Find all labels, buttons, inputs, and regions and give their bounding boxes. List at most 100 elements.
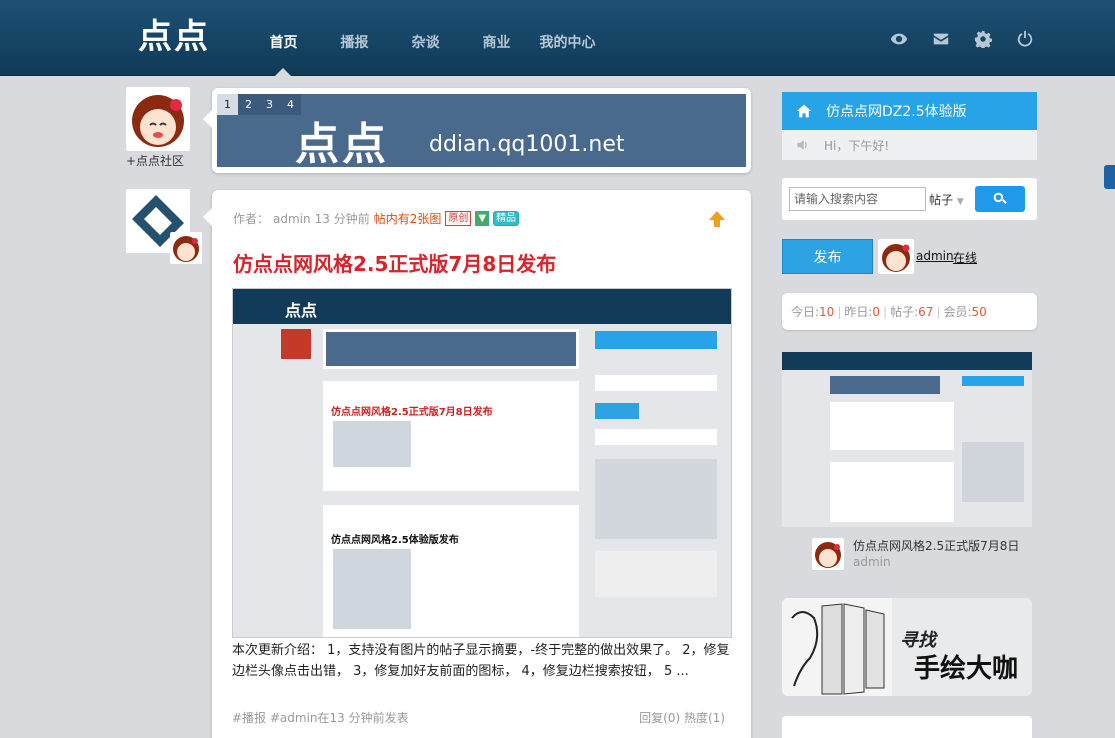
- search-type-select[interactable]: 帖子 ▼: [929, 191, 964, 208]
- banner-url: ddian.qq1001.net: [429, 132, 625, 157]
- thumb-banner: [830, 376, 940, 394]
- sketch-illustration: [782, 598, 892, 696]
- user-status-link[interactable]: 在线: [953, 249, 977, 266]
- girl-avatar-user: [878, 239, 914, 274]
- thumb-post-2: [830, 462, 954, 522]
- heat-count[interactable]: 热度(1): [684, 711, 725, 725]
- mail-icon[interactable]: [931, 30, 951, 48]
- community-avatar[interactable]: [126, 87, 190, 151]
- stat-posts-label: 帖子:: [890, 305, 919, 319]
- original-badge: 原创: [445, 211, 472, 226]
- shot-side-promo: [595, 551, 717, 597]
- stat-posts-value: 67: [918, 304, 934, 319]
- user-name-link[interactable]: admin: [916, 249, 954, 263]
- search-type-label: 帖子: [929, 193, 954, 207]
- thumb-post-1: [830, 402, 954, 450]
- search-input[interactable]: [789, 187, 926, 211]
- banner-tab-3[interactable]: 3: [259, 94, 280, 115]
- up-arrow-icon[interactable]: [707, 209, 727, 229]
- thumb-side-head: [962, 376, 1024, 386]
- girl-avatar-image: [126, 87, 190, 151]
- meta-prefix: 作者：: [233, 212, 270, 226]
- shot-post-2: 仿点点网风格2.5体验版发布: [323, 505, 579, 637]
- top-navigation-bar: 点点 首页 播报 杂谈 商业 我的中心: [0, 0, 1115, 76]
- nav-item-my-center[interactable]: 我的中心: [532, 0, 603, 76]
- greeting-text: Hi，下午好!: [824, 138, 890, 153]
- nav-item-chat[interactable]: 杂谈: [390, 0, 461, 76]
- publish-button[interactable]: 发布: [782, 239, 873, 274]
- site-stats: 今日: 10 | 昨日: 0 | 帖子: 67 | 会员: 50: [782, 293, 1037, 330]
- stat-divider: |: [837, 304, 842, 319]
- post-notch: [203, 208, 212, 226]
- community-label[interactable]: +点点社区: [126, 152, 184, 169]
- eye-icon[interactable]: [889, 30, 909, 48]
- gear-icon[interactable]: [973, 30, 993, 48]
- stat-today-label: 今日:: [791, 305, 820, 319]
- promo-banner[interactable]: 寻找 手绘大咖: [782, 598, 1032, 696]
- featured-badge: 精品: [493, 211, 520, 226]
- post-stats: 回复(0) 热度(1): [639, 709, 725, 726]
- post-meta: 作者： admin 13 分钟前 帖内有2张图 原创 ▼ 精品: [233, 210, 520, 227]
- power-icon[interactable]: [1015, 30, 1035, 48]
- post-excerpt: 本次更新介绍： 1，支持没有图片的帖子显示摘要，-终于完整的做出效果了。 2，修…: [232, 643, 730, 679]
- shot-avatar: [281, 329, 311, 359]
- image-badge-icon: ▼: [475, 211, 490, 226]
- girl-avatar-small: [170, 232, 202, 264]
- thumb-nav-bar: [782, 352, 1032, 370]
- banner-tab-2[interactable]: 2: [238, 94, 259, 115]
- user-avatar[interactable]: [878, 239, 914, 274]
- next-sidebar-card: [782, 716, 1032, 738]
- banner-tabs: 1 2 3 4: [217, 94, 301, 115]
- sidebar-site-title: 仿点点网DZ2.5体验版: [826, 104, 967, 120]
- recent-post-avatar[interactable]: [812, 538, 844, 570]
- chevron-down-icon: ▼: [956, 197, 964, 207]
- banner-notch: [203, 110, 212, 128]
- promo-line-2: 手绘大咖: [914, 654, 1019, 684]
- speaker-icon: [797, 140, 807, 150]
- banner-tab-1[interactable]: 1: [217, 94, 238, 115]
- banner-logo: 点点: [295, 119, 389, 167]
- stat-yesterday-label: 昨日:: [844, 305, 873, 319]
- stat-yesterday-value: 0: [872, 304, 881, 319]
- post-author-avatar[interactable]: [170, 232, 202, 264]
- post-title[interactable]: 仿点点网风格2.5正式版7月8日发布: [233, 248, 556, 277]
- banner-card: 1 2 3 4 点点 ddian.qq1001.net: [203, 88, 751, 173]
- sidebar-site-header[interactable]: 仿点点网DZ2.5体验版: [782, 92, 1037, 130]
- recent-post-title[interactable]: 仿点点网风格2.5正式版7月8日: [853, 537, 1019, 554]
- home-icon: [796, 104, 812, 118]
- shot-side-publish: [595, 403, 639, 419]
- shot-side-search: [595, 375, 717, 391]
- shot-side-stats: [595, 429, 717, 445]
- shot-logo: 点点: [285, 301, 318, 320]
- site-logo[interactable]: 点点: [138, 17, 210, 57]
- search-icon: [993, 192, 1007, 204]
- post-image-screenshot[interactable]: 点点 仿点点网风格2.5正式版7月8日发布 仿点点网风格2.5体验版发布: [232, 288, 732, 638]
- reply-count[interactable]: 回复(0): [639, 711, 680, 725]
- nav-item-broadcast[interactable]: 播报: [319, 0, 390, 76]
- stat-today-value: 10: [819, 304, 835, 319]
- stat-divider: |: [883, 304, 888, 319]
- stat-members-label: 会员:: [943, 305, 972, 319]
- post-time: 13 分钟前: [314, 212, 370, 226]
- stat-divider: |: [936, 304, 941, 319]
- shot-side-head: [595, 331, 717, 349]
- shot-post-1: 仿点点网风格2.5正式版7月8日发布: [323, 381, 579, 491]
- side-scroll-tab[interactable]: [1104, 165, 1115, 189]
- nav-item-business[interactable]: 商业: [461, 0, 532, 76]
- toolbar-icons: [889, 30, 1035, 48]
- sidebar-greeting: Hi，下午好!: [782, 130, 1037, 160]
- nav-item-home[interactable]: 首页: [248, 0, 319, 76]
- recent-post-author[interactable]: admin: [853, 555, 891, 569]
- post-author-link[interactable]: admin: [273, 212, 311, 226]
- stat-members-value: 50: [971, 304, 987, 319]
- main-nav: 首页 播报 杂谈 商业 我的中心: [248, 0, 603, 76]
- recent-post-thumbnail[interactable]: [782, 352, 1032, 527]
- shot-banner: [323, 329, 579, 369]
- banner-slider[interactable]: 1 2 3 4 点点 ddian.qq1001.net: [217, 94, 746, 167]
- post-card: 作者： admin 13 分钟前 帖内有2张图 原创 ▼ 精品 仿点点网风格2.…: [203, 190, 751, 738]
- search-box: 帖子 ▼: [782, 178, 1037, 220]
- thumb-side-block: [962, 442, 1024, 502]
- girl-avatar-recent: [812, 538, 844, 570]
- post-tags[interactable]: #播报 #admin在13 分钟前发表: [232, 709, 409, 726]
- search-button[interactable]: [975, 186, 1025, 212]
